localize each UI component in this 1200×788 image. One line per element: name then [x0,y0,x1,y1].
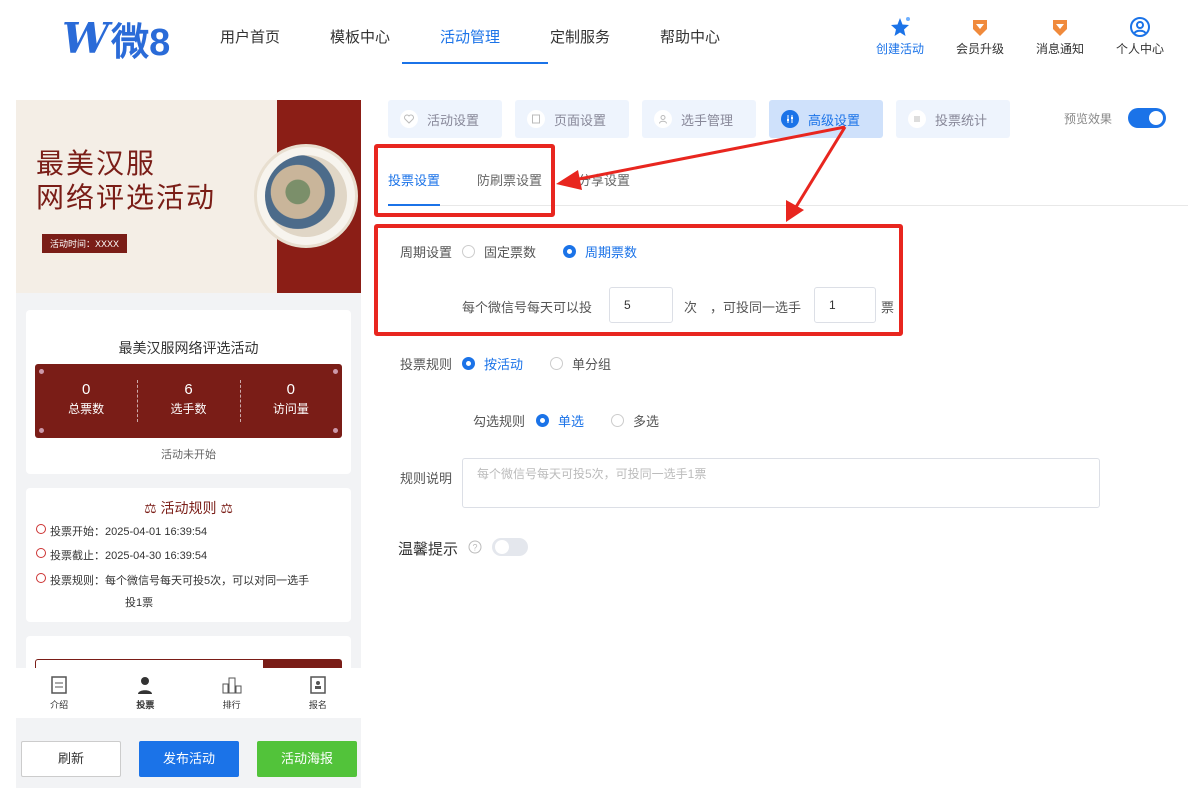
step-page-settings[interactable]: 页面设置 [515,100,629,138]
top-tools: 创建活动 会员升级 消息通知 个人中心 [860,14,1180,57]
banner-title-line2: 网络评选活动 [36,181,217,214]
banner-time-tag: 活动时间：XXXX [42,234,128,253]
person-icon [102,672,188,698]
refresh-button[interactable]: 刷新 [21,741,121,777]
notifications-label: 消息通知 [1035,42,1084,56]
list-icon [908,110,926,128]
banner-painting-image [254,144,358,248]
profile-button[interactable]: 个人中心 [1100,14,1180,57]
tab-signup[interactable]: 报名 [275,668,361,718]
member-upgrade-label: 会员升级 [955,42,1004,56]
info-icon [36,573,46,583]
tip-switch[interactable] [492,538,528,556]
mobile-preview: 最美汉服 网络评选活动 活动时间：XXXX 最美汉服网络评选活动 0 总票数 6… [16,100,361,788]
rule-vote: 投票规则：每个微信号每天可投5次，可以对同一选手 [36,572,309,588]
document-icon [16,672,102,698]
rule-start: 投票开始：2025-04-01 16:39:54 [36,523,207,539]
sub-tabs: 投票设置 防刷票设置 分享设置 [388,150,1188,206]
publish-activity-button[interactable]: 发布活动 [139,741,239,777]
bell-badge-icon [1020,14,1100,40]
same-player-label: ，可投同一选手 [710,300,802,315]
rule-end: 投票截止：2025-04-30 16:39:54 [36,547,207,563]
times-unit: 次 [684,300,698,315]
preview-label: 预览效果 [1064,111,1113,126]
cycle-fixed-radio[interactable]: 固定票数 [462,242,536,261]
help-icon[interactable]: ? [468,540,482,559]
ranking-icon [189,672,275,698]
step-activity-settings[interactable]: 活动设置 [388,100,502,138]
sliders-icon [781,110,799,128]
tab-vote[interactable]: 投票 [102,668,188,718]
create-activity-button[interactable]: 创建活动 [860,14,940,57]
tab-intro[interactable]: 介绍 [16,668,102,718]
heart-icon [400,110,418,128]
create-activity-label: 创建活动 [875,42,924,56]
clock-icon [36,524,46,534]
clock-icon [36,548,46,558]
rules-title: ⚖ 活动规则 ⚖ [144,500,233,516]
tip-label: 温馨提示 [398,541,459,558]
player-list-card [26,636,351,669]
rule-desc-label: 规则说明 [400,471,453,486]
rule-by-activity-radio[interactable]: 按活动 [462,354,523,373]
tab-vote-settings[interactable]: 投票设置 [388,170,441,206]
same-player-input[interactable]: 1 [814,287,876,323]
logo-w-icon: W [62,13,109,63]
stat-total-votes: 0 总票数 [68,381,105,417]
activity-title: 最美汉服网络评选活动 [118,340,259,356]
logo[interactable]: W 微8 [62,13,170,64]
activity-info-card: 最美汉服网络评选活动 0 总票数 6 选手数 0 访问量 活动未开始 [26,310,351,474]
nav-templates[interactable]: 模板中心 [310,0,420,80]
check-rule-label: 勾选规则 [473,414,526,429]
activity-status: 活动未开始 [161,449,216,461]
tab-share-settings[interactable]: 分享设置 [578,170,630,189]
user-icon [654,110,672,128]
stats-panel: 0 总票数 6 选手数 0 访问量 [35,364,342,438]
logo-text: 微8 [111,21,171,64]
ticket-unit: 票 [881,300,895,315]
step-advanced-settings[interactable]: 高级设置 [769,100,883,138]
top-bar: W 微8 用户首页 模板中心 活动管理 定制服务 帮助中心 创建活动 会员升级 … [0,0,1200,80]
nav-activity-manage[interactable]: 活动管理 [402,0,548,80]
cycle-period-radio[interactable]: 周期票数 [563,242,637,261]
activity-rules-card: ⚖ 活动规则 ⚖ 投票开始：2025-04-01 16:39:54 投票截止：2… [26,488,351,622]
mobile-tabbar: 介绍 投票 排行 报名 [16,668,361,718]
profile-label: 个人中心 [1115,42,1164,56]
notifications-button[interactable]: 消息通知 [1020,14,1100,57]
per-day-label: 每个微信号每天可以投 [462,300,593,315]
svg-text:?: ? [472,543,477,553]
nav-home[interactable]: 用户首页 [200,0,310,80]
check-multi-radio[interactable]: 多选 [611,411,659,430]
stat-players: 6 选手数 [137,364,239,438]
member-upgrade-button[interactable]: 会员升级 [940,14,1020,57]
preview-switch[interactable] [1128,108,1167,128]
activity-banner: 最美汉服 网络评选活动 活动时间：XXXX [16,100,361,293]
star-icon [860,14,940,40]
nav-help[interactable]: 帮助中心 [640,0,750,80]
id-card-icon [275,672,361,698]
main-nav: 用户首页 模板中心 活动管理 定制服务 帮助中心 [200,0,750,80]
vote-rule-label: 投票规则 [400,357,453,372]
settings-steps: 活动设置 页面设置 选手管理 高级设置 投票统计 [388,100,1023,138]
stat-visits: 0 访问量 [239,364,342,438]
tab-anti-fraud[interactable]: 防刷票设置 [477,170,542,189]
rule-single-group-radio[interactable]: 单分组 [550,354,611,373]
rule-vote-cont: 投1票 [125,597,154,609]
step-vote-stats[interactable]: 投票统计 [896,100,1010,138]
tab-ranking[interactable]: 排行 [189,668,275,718]
check-single-radio[interactable]: 单选 [536,411,584,430]
per-day-input[interactable]: 5 [609,287,673,323]
rule-desc-textarea[interactable]: 每个微信号每天可投5次，可投同一选手1票 [462,458,1100,508]
user-circle-icon [1100,14,1180,40]
activity-poster-button[interactable]: 活动海报 [257,741,357,777]
nav-custom-service[interactable]: 定制服务 [530,0,640,80]
step-player-manage[interactable]: 选手管理 [642,100,756,138]
cycle-label: 周期设置 [400,245,453,260]
diamond-badge-icon [940,14,1020,40]
page-icon [527,110,545,128]
preview-toggle-group: 预览效果 [1064,108,1167,128]
